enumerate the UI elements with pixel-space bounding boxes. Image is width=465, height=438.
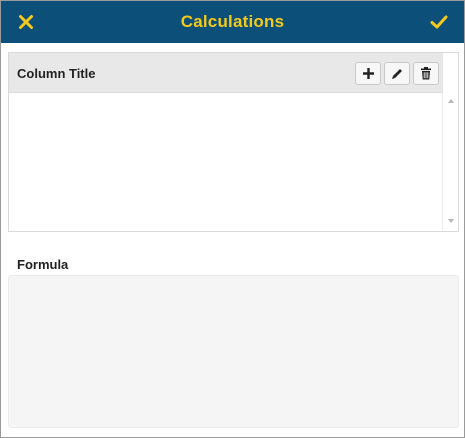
- close-icon: [19, 15, 33, 29]
- scroll-down-arrow-icon[interactable]: [448, 219, 454, 223]
- calculations-dialog: Calculations Column Title Formula: [0, 0, 465, 438]
- table-header: Column Title: [9, 53, 443, 93]
- confirm-button[interactable]: [418, 1, 460, 43]
- titlebar: Calculations: [1, 1, 464, 43]
- add-button[interactable]: [355, 62, 381, 85]
- scroll-up-arrow-icon[interactable]: [448, 99, 454, 103]
- edit-button[interactable]: [384, 62, 410, 85]
- check-icon: [430, 15, 448, 29]
- trash-icon: [421, 67, 431, 80]
- column-table: Column Title: [8, 52, 459, 232]
- dialog-title: Calculations: [180, 12, 285, 31]
- pencil-icon: [391, 69, 402, 79]
- table-body[interactable]: [9, 93, 443, 231]
- column-title-header: Column Title: [17, 66, 96, 81]
- header-scroll-spacer: [442, 53, 458, 93]
- formula-input[interactable]: [8, 275, 459, 428]
- close-button[interactable]: [5, 1, 47, 43]
- vertical-scrollbar[interactable]: [442, 93, 458, 231]
- header-actions: [355, 62, 439, 85]
- plus-icon: [362, 68, 374, 79]
- formula-label: Formula: [17, 257, 69, 272]
- delete-button[interactable]: [413, 62, 439, 85]
